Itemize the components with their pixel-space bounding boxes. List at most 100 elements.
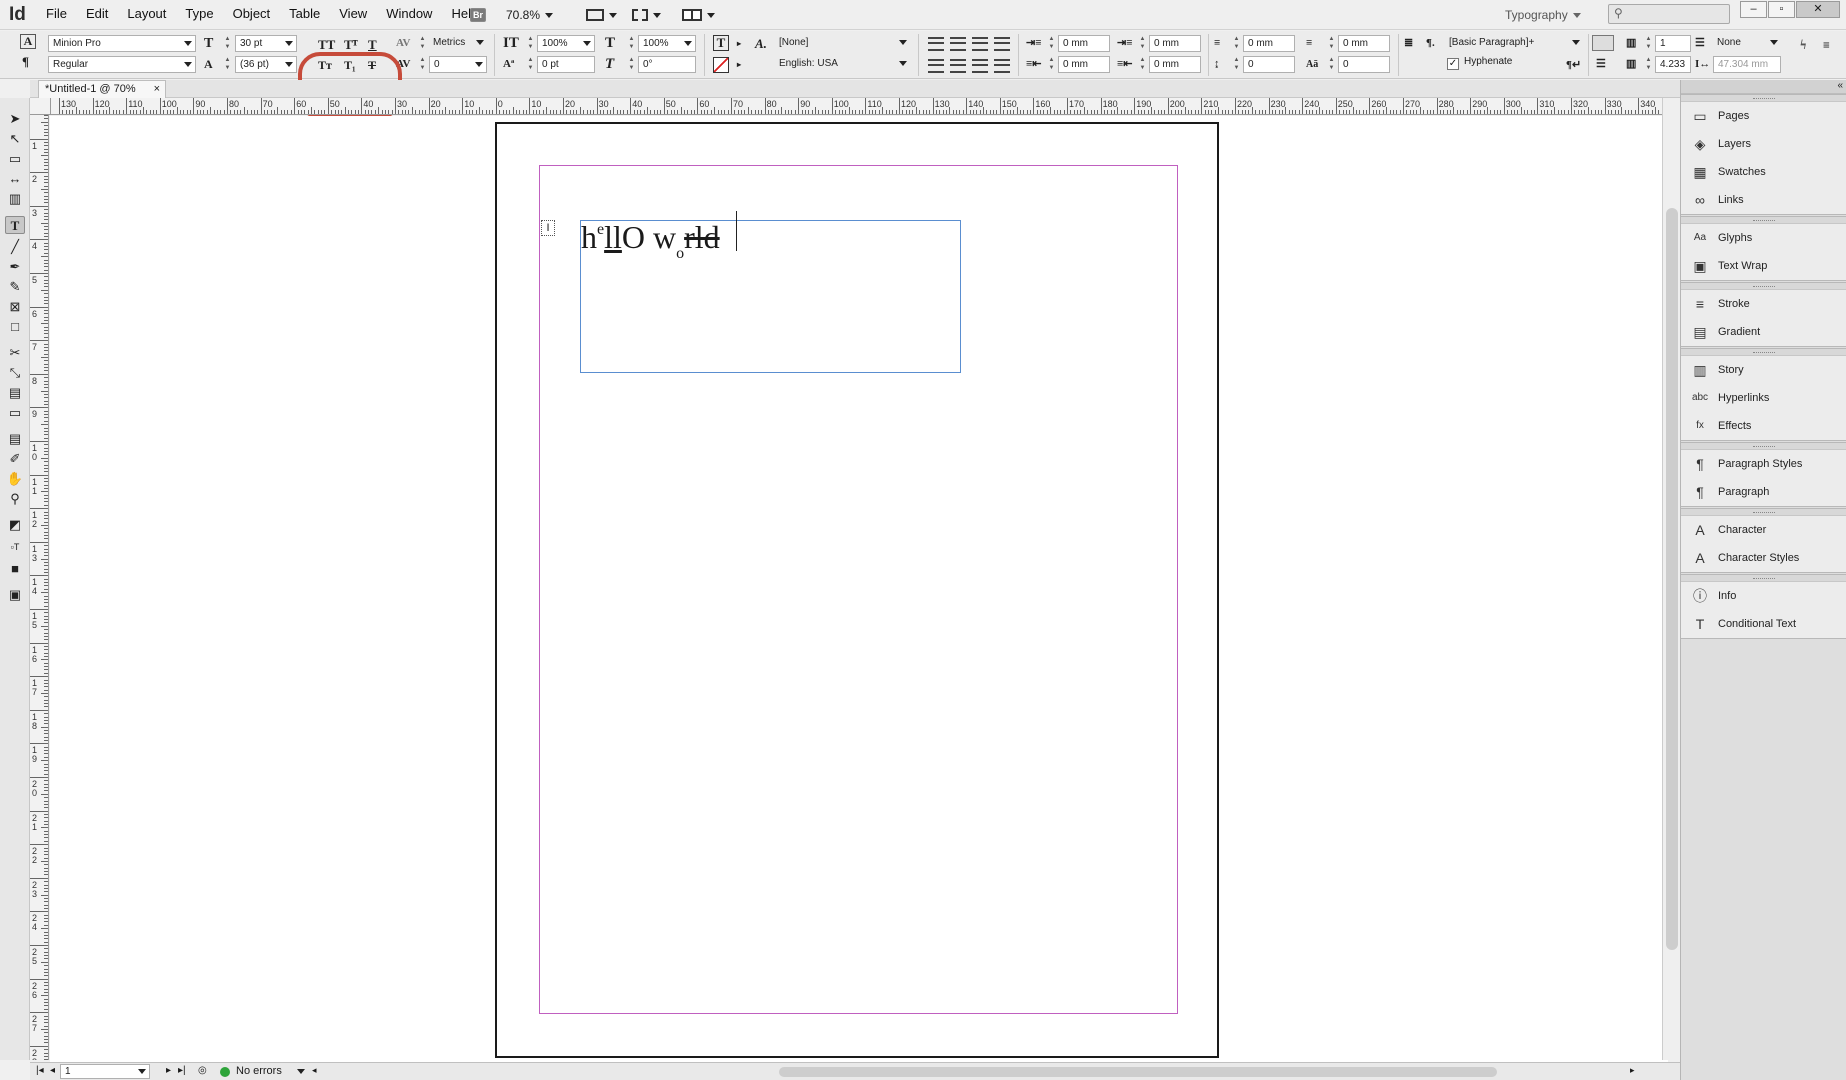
zoom-tool-icon[interactable]: ⚲ [5, 490, 25, 508]
all-caps-button[interactable]: TT [318, 36, 335, 53]
close-icon[interactable]: × [154, 81, 160, 98]
justify-center-button[interactable] [950, 59, 966, 73]
pen-tool-icon[interactable]: ✒ [5, 258, 25, 276]
gradient-swatch-tool-icon[interactable]: ▤ [5, 384, 25, 402]
horizontal-scale-stepper[interactable]: ▲ ▼ [627, 35, 636, 52]
horizontal-ruler[interactable]: 130 120 110 100 90 80 70 60 50 40 30 20 10 0 10 20 30 40 5… [51, 98, 1668, 115]
swatch-flyout-icon[interactable]: ▸ [737, 35, 741, 52]
menu-object[interactable]: Object [233, 6, 281, 21]
panel-item-story[interactable]: ▥ Story [1681, 356, 1846, 384]
stroke-none-icon[interactable] [713, 57, 729, 73]
direct-selection-tool-icon[interactable]: ↖ [5, 130, 25, 148]
vertical-scale-stepper[interactable]: ▲ ▼ [526, 35, 535, 52]
chevron-down-icon[interactable] [297, 1069, 305, 1074]
hand-tool-icon[interactable]: ✋ [5, 470, 25, 488]
menu-layout[interactable]: Layout [127, 6, 176, 21]
selection-tool-icon[interactable]: ➤ [5, 110, 25, 128]
screen-mode-button[interactable] [632, 4, 661, 26]
screen-mode-normal-icon[interactable]: ▣ [5, 586, 25, 604]
gap-tool-icon[interactable]: ↔ [5, 170, 25, 188]
eyedropper-tool-icon[interactable]: ✐ [5, 450, 25, 468]
page-number-field[interactable]: 1 [60, 1064, 150, 1079]
panel-menu-icon[interactable]: ≡ [1823, 37, 1830, 54]
horizontal-scroll-thumb[interactable] [779, 1067, 1497, 1077]
first-line-indent-field[interactable]: 0 mm [1149, 35, 1201, 52]
arrange-documents-button[interactable] [682, 4, 715, 26]
character-formatting-icon[interactable]: A [20, 34, 36, 49]
skew-field[interactable]: 0° [638, 56, 696, 73]
pencil-tool-icon[interactable]: ✎ [5, 278, 25, 296]
superscript-button[interactable]: Tᵀ [344, 36, 358, 53]
panel-item-glyphs[interactable]: Aa Glyphs [1681, 224, 1846, 252]
font-size-stepper[interactable]: ▲ ▼ [223, 35, 232, 52]
panel-group-grip[interactable] [1681, 509, 1846, 516]
help-search-input[interactable]: ⚲ [1608, 4, 1730, 24]
font-size-field[interactable]: 30 pt [235, 35, 297, 52]
vertical-ruler[interactable]: 0123456789101112131415161718192021222324… [30, 115, 49, 1060]
align-center-button[interactable] [950, 37, 966, 51]
panel-group-grip[interactable] [1681, 443, 1846, 450]
preflight-status-text[interactable]: No errors [236, 1065, 282, 1077]
baseline-grid-dropdown[interactable]: None [1713, 35, 1781, 52]
paragraph-formatting-icon[interactable]: ¶ [22, 53, 29, 70]
right-indent-stepper[interactable]: ▲ ▼ [1047, 56, 1056, 73]
collapse-dock-icon[interactable]: « [1837, 80, 1843, 91]
panel-group-grip[interactable] [1681, 575, 1846, 582]
character-style-dropdown[interactable]: [None] [775, 35, 910, 52]
panel-group-grip[interactable] [1681, 217, 1846, 224]
last-page-icon[interactable]: ▸| [178, 1065, 186, 1076]
kerning-stepper[interactable]: ▲ ▼ [418, 35, 427, 52]
drop-cap-lines-field[interactable]: 0 [1243, 56, 1295, 73]
stroke-flyout-icon[interactable]: ▸ [737, 56, 741, 73]
drop-cap-chars-field[interactable]: 0 [1338, 56, 1390, 73]
panel-item-character-styles[interactable]: A Character Styles [1681, 544, 1846, 572]
panel-group-grip[interactable] [1681, 95, 1846, 102]
document-page[interactable]: I hellO world [495, 122, 1219, 1058]
panel-item-conditional-text[interactable]: T Conditional Text [1681, 610, 1846, 638]
menu-table[interactable]: Table [289, 6, 330, 21]
vertical-scrollbar[interactable] [1662, 98, 1680, 1060]
quick-apply-icon[interactable]: ϟ [1800, 37, 1806, 54]
panel-item-text-wrap[interactable]: ▣ Text Wrap [1681, 252, 1846, 280]
panel-dock-header[interactable]: « [1681, 80, 1846, 94]
paragraph-style-dropdown[interactable]: [Basic Paragraph]+ [1445, 35, 1583, 52]
menu-edit[interactable]: Edit [86, 6, 118, 21]
gutter-field[interactable]: 4.233 [1655, 56, 1691, 73]
panel-item-hyperlinks[interactable]: abc Hyperlinks [1681, 384, 1846, 412]
type-tool-icon[interactable]: T [5, 216, 25, 234]
justify-left-button[interactable] [928, 59, 944, 73]
panel-group-grip[interactable] [1681, 283, 1846, 290]
close-window-button[interactable]: ✕ [1796, 1, 1840, 18]
open-document-page-icon[interactable]: ◎ [198, 1065, 207, 1076]
panel-item-swatches[interactable]: ▦ Swatches [1681, 158, 1846, 186]
columns-stepper[interactable]: ▲ ▼ [1644, 35, 1653, 52]
panel-item-paragraph-styles[interactable]: ¶ Paragraph Styles [1681, 450, 1846, 478]
space-after-stepper[interactable]: ▲ ▼ [1327, 35, 1336, 52]
vertical-scale-field[interactable]: 100% [537, 35, 595, 52]
pasteboard[interactable]: I hellO world [50, 116, 1668, 1062]
free-transform-tool-icon[interactable]: ⤡ [5, 364, 25, 382]
drop-cap-lines-stepper[interactable]: ▲ ▼ [1232, 56, 1241, 73]
next-page-icon[interactable]: ▸ [166, 1065, 171, 1076]
left-indent-field[interactable]: 0 mm [1058, 35, 1110, 52]
panel-item-effects[interactable]: fx Effects [1681, 412, 1846, 440]
hyphenate-checkbox[interactable]: ✓ [1447, 58, 1459, 70]
align-to-grid-icon[interactable]: ☰ [1596, 56, 1606, 73]
first-page-icon[interactable]: |◂ [36, 1065, 44, 1076]
menu-type[interactable]: Type [185, 6, 223, 21]
text-frame-options-button[interactable] [1592, 35, 1614, 51]
font-style-field[interactable]: Regular [48, 56, 196, 73]
panel-group-grip[interactable] [1681, 349, 1846, 356]
font-family-field[interactable]: Minion Pro [48, 35, 196, 52]
kerning-field[interactable]: Metrics [429, 35, 487, 52]
panel-item-info[interactable]: ⓘ Info [1681, 582, 1846, 610]
leading-stepper[interactable]: ▲ ▼ [223, 56, 232, 73]
zoom-dropdown[interactable]: 70.8% [506, 4, 554, 26]
first-line-indent-stepper[interactable]: ▲ ▼ [1138, 35, 1147, 52]
scroll-right-icon[interactable]: ▸ [1630, 1065, 1635, 1076]
scroll-left-icon[interactable]: ◂ [312, 1065, 317, 1076]
baseline-shift-stepper[interactable]: ▲ ▼ [526, 56, 535, 73]
gradient-feather-tool-icon[interactable]: ▭ [5, 404, 25, 422]
frame-width-field[interactable]: 47.304 mm [1713, 56, 1781, 73]
panel-item-pages[interactable]: ▭ Pages [1681, 102, 1846, 130]
